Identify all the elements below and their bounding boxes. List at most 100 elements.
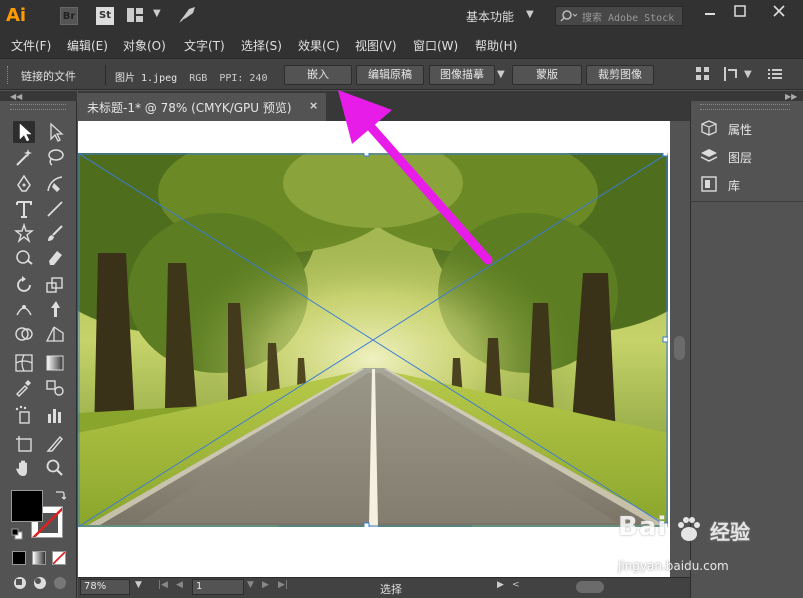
zoom-level-field[interactable]: 78%: [80, 579, 130, 595]
gradient-icon[interactable]: [44, 352, 66, 374]
layers-panel-button[interactable]: 图层: [700, 145, 790, 167]
symbol-sprayer-icon[interactable]: [13, 404, 35, 426]
last-artboard-icon[interactable]: ▶|: [278, 580, 288, 590]
transform-icon[interactable]: [722, 66, 740, 82]
paintbrush-icon[interactable]: [44, 222, 66, 244]
menu-select[interactable]: 选择(S): [241, 37, 282, 54]
close-window-icon[interactable]: [758, 2, 800, 20]
edit-original-button[interactable]: 编辑原稿: [356, 65, 424, 85]
artboard-chevron-down-icon[interactable]: ▼: [247, 580, 254, 590]
embed-button[interactable]: 嵌入: [284, 65, 352, 85]
scroll-left-arrow-icon[interactable]: <: [512, 580, 520, 590]
menu-type[interactable]: 文字(T): [184, 37, 225, 54]
perspective-grid-icon[interactable]: [44, 323, 66, 345]
next-artboard-icon[interactable]: ▶: [262, 580, 269, 590]
artboard-icon[interactable]: [13, 433, 35, 455]
close-tab-icon[interactable]: ×: [309, 99, 318, 112]
free-transform-icon[interactable]: [44, 298, 66, 320]
divider: [105, 65, 106, 85]
swap-fill-stroke-icon[interactable]: [54, 489, 66, 501]
file-name-link[interactable]: 图片 1.jpeg: [115, 73, 177, 84]
control-bar-grip[interactable]: [7, 66, 10, 84]
menu-help[interactable]: 帮助(H): [475, 37, 517, 54]
mesh-icon[interactable]: [13, 352, 35, 374]
status-tool-label[interactable]: 选择: [380, 581, 402, 597]
type-icon[interactable]: [13, 198, 35, 220]
eraser-icon[interactable]: [44, 246, 66, 268]
gpu-performance-rocket-icon[interactable]: [177, 6, 197, 24]
stock-icon[interactable]: St: [96, 7, 114, 25]
illustrator-logo: Ai: [6, 5, 27, 26]
stock-search-input[interactable]: 搜索 Adobe Stock: [555, 6, 683, 26]
vertical-scrollbar-thumb[interactable]: [674, 336, 685, 360]
horizontal-scrollbar-thumb[interactable]: [576, 581, 604, 593]
minimize-icon[interactable]: [697, 2, 723, 20]
ppi-value: PPI: 240: [219, 73, 268, 84]
image-trace-button[interactable]: 图像描摹: [429, 65, 495, 85]
star-icon[interactable]: [13, 222, 35, 244]
libraries-panel-button[interactable]: 库: [700, 173, 790, 195]
tools-panel-grip[interactable]: [10, 104, 66, 110]
direct-selection-icon[interactable]: [44, 121, 66, 143]
blend-icon[interactable]: [44, 376, 66, 398]
menu-file[interactable]: 文件(F): [11, 37, 51, 54]
scale-icon[interactable]: [44, 274, 66, 296]
status-menu-arrow-icon[interactable]: ▶: [497, 580, 504, 590]
pen-icon[interactable]: [13, 173, 35, 195]
chevron-down-icon[interactable]: ▼: [153, 8, 161, 19]
zoom-icon[interactable]: [44, 457, 66, 479]
hand-icon[interactable]: [13, 457, 35, 479]
first-artboard-icon[interactable]: |◀: [158, 580, 168, 590]
document-tab[interactable]: 未标题-1* @ 78% (CMYK/GPU 预览) ×: [78, 93, 326, 121]
properties-panel-button[interactable]: 属性: [700, 117, 790, 139]
trace-preset-chevron-icon[interactable]: ▼: [497, 69, 505, 80]
menu-edit[interactable]: 编辑(E): [67, 37, 108, 54]
right-panel-grip[interactable]: [700, 104, 790, 110]
file-info: 图片 1.jpeg RGB PPI: 240: [115, 69, 267, 84]
align-icon[interactable]: [696, 67, 710, 81]
color-mode: RGB: [189, 73, 208, 84]
curvature-icon[interactable]: [44, 173, 66, 195]
artboard-number-field[interactable]: 1: [192, 579, 244, 595]
menu-object[interactable]: 对象(O): [123, 37, 166, 54]
menu-effect[interactable]: 效果(C): [298, 37, 340, 54]
workspace-switcher[interactable]: 基本功能: [466, 8, 514, 25]
mask-button[interactable]: 蒙版: [512, 65, 582, 85]
panel-menu-icon[interactable]: [768, 67, 782, 81]
linked-file-link[interactable]: 链接的文件: [21, 68, 76, 84]
zoom-chevron-down-icon[interactable]: ▼: [135, 580, 142, 590]
draw-behind-icon[interactable]: [32, 575, 48, 591]
expand-panel-icon[interactable]: ▶▶: [785, 92, 797, 101]
bridge-icon[interactable]: Br: [60, 7, 78, 25]
properties-icon: [701, 120, 717, 136]
color-mode-swatch[interactable]: [12, 551, 26, 565]
line-segment-icon[interactable]: [44, 198, 66, 220]
gradient-mode-swatch[interactable]: [32, 551, 46, 565]
selection-arrow-icon[interactable]: [13, 121, 35, 143]
lasso-icon[interactable]: [44, 146, 66, 168]
watermark-url: jingyan.baidu.com: [618, 559, 729, 573]
chevron-down-icon[interactable]: ▼: [744, 69, 752, 80]
collapse-panel-icon[interactable]: ◀◀: [10, 92, 22, 101]
default-fill-stroke-icon[interactable]: [11, 528, 23, 540]
screen-mode-icon[interactable]: [52, 575, 68, 591]
magic-wand-icon[interactable]: [13, 146, 35, 168]
maximize-icon[interactable]: [727, 2, 753, 20]
shaper-icon[interactable]: [13, 246, 35, 268]
eyedropper-icon[interactable]: [13, 376, 35, 398]
column-graph-icon[interactable]: [44, 404, 66, 426]
rotate-icon[interactable]: [13, 274, 35, 296]
previous-artboard-icon[interactable]: ◀: [176, 580, 183, 590]
fill-swatch[interactable]: [11, 490, 43, 522]
arrange-documents-icon[interactable]: [127, 8, 143, 22]
puppet-warp-icon[interactable]: [13, 298, 35, 320]
chevron-down-icon[interactable]: ▼: [526, 9, 534, 20]
slice-icon[interactable]: [44, 433, 66, 455]
shape-builder-icon[interactable]: [13, 323, 35, 345]
menu-bar: 文件(F) 编辑(E) 对象(O) 文字(T) 选择(S) 效果(C) 视图(V…: [0, 32, 803, 58]
none-mode-swatch[interactable]: [52, 551, 66, 565]
menu-window[interactable]: 窗口(W): [413, 37, 458, 54]
crop-image-button[interactable]: 裁剪图像: [586, 65, 654, 85]
draw-normal-icon[interactable]: [12, 575, 28, 591]
menu-view[interactable]: 视图(V): [355, 37, 397, 54]
